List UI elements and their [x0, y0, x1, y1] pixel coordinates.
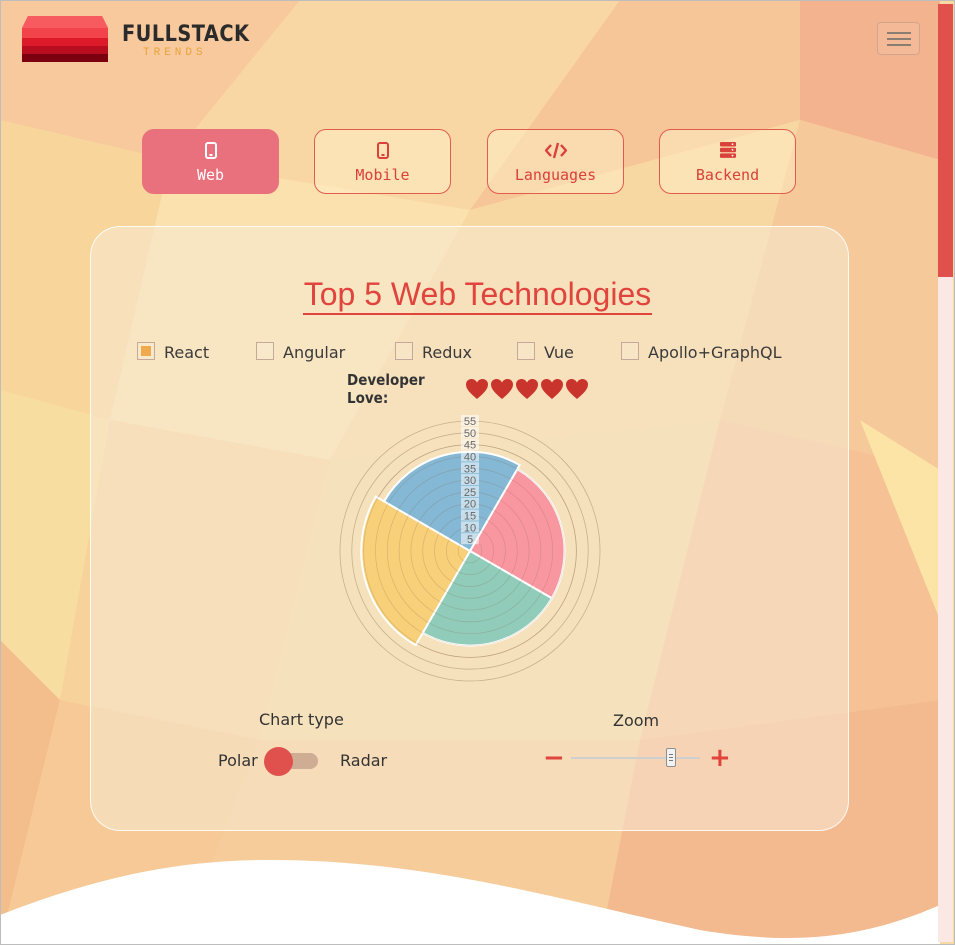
server-icon [719, 142, 736, 158]
mobile-phone-icon [376, 142, 389, 159]
chart-type-polar-label: Polar [218, 751, 258, 770]
slider-rail [571, 757, 700, 759]
heart-icon [466, 379, 488, 399]
card-title: Top 5 Web Technologies [0, 276, 955, 315]
hamburger-menu-button[interactable] [877, 22, 920, 55]
code-icon [544, 142, 567, 159]
radial-tick-label: 20 [464, 499, 476, 511]
radial-tick-label: 5 [467, 534, 473, 546]
tab-web[interactable]: Web [142, 129, 279, 194]
polar-area-chart: 510152025303540455055 [339, 415, 601, 682]
checkbox-box[interactable] [621, 342, 639, 360]
logo-title: FULLSTACK [122, 22, 250, 47]
checkbox-redux[interactable]: Redux [395, 340, 472, 362]
tab-label: Web [196, 166, 225, 184]
checkbox-box[interactable] [256, 342, 274, 360]
checkbox-label: React [164, 343, 210, 362]
checkbox-label: Angular [283, 343, 346, 362]
toggle-knob[interactable] [264, 747, 293, 776]
zoom-label: Zoom [613, 711, 660, 730]
layers-logo-icon [22, 16, 108, 62]
radial-tick-label: 35 [464, 463, 476, 475]
checkbox-label: Redux [422, 343, 473, 362]
checkbox-box[interactable] [137, 342, 155, 360]
radial-tick-label: 25 [464, 487, 476, 499]
chart-type-toggle[interactable] [264, 747, 319, 776]
tab-backend[interactable]: Backend [659, 129, 796, 194]
zoom-in-button[interactable]: + [709, 745, 731, 771]
chart-type-radar-label: Radar [340, 751, 388, 770]
zoom-out-button[interactable]: − [543, 745, 565, 771]
checkbox-vue[interactable]: Vue [517, 340, 574, 362]
chart-type-label: Chart type [259, 710, 344, 729]
developer-love: Developer Love: [347, 371, 590, 407]
developer-love-rating [465, 378, 590, 400]
checkbox-box[interactable] [395, 342, 413, 360]
scrollbar[interactable] [938, 4, 953, 942]
checkbox-angular[interactable]: Angular [256, 340, 345, 362]
tab-mobile[interactable]: Mobile [314, 129, 451, 194]
scrollbar-thumb[interactable] [938, 4, 953, 277]
logo-subtitle: TRENDS [143, 47, 207, 59]
radial-tick-label: 15 [464, 511, 476, 523]
radial-tick-label: 30 [464, 475, 476, 487]
tab-label: Backend [695, 166, 760, 184]
zoom-slider[interactable] [571, 748, 700, 768]
tab-label: Mobile [355, 166, 410, 184]
logo[interactable]: FULLSTACK TRENDS [22, 16, 249, 64]
checkbox-apollo-graphql[interactable]: Apollo+GraphQL [621, 340, 782, 362]
developer-love-label: Developer Love: [347, 371, 425, 407]
bottom-wave [0, 860, 940, 945]
checkbox-label: Vue [544, 343, 574, 362]
checkbox-react[interactable]: React [137, 340, 209, 362]
heart-icon [541, 379, 563, 399]
radial-tick-label: 55 [464, 416, 476, 428]
radial-tick-label: 45 [464, 440, 476, 452]
tab-languages[interactable]: Languages [487, 129, 624, 194]
radial-tick-label: 50 [464, 428, 476, 440]
checkbox-box[interactable] [517, 342, 535, 360]
tab-label: Languages [514, 166, 597, 184]
checkbox-label: Apollo+GraphQL [648, 343, 782, 362]
radial-tick-label: 10 [464, 522, 476, 534]
slider-handle[interactable] [666, 748, 677, 767]
heart-icon [566, 379, 588, 399]
mobile-phone-icon [204, 142, 217, 159]
hamburger-menu-icon [887, 32, 911, 34]
heart-icon [516, 379, 538, 399]
heart-icon [491, 379, 513, 399]
radial-tick-label: 40 [464, 451, 476, 463]
